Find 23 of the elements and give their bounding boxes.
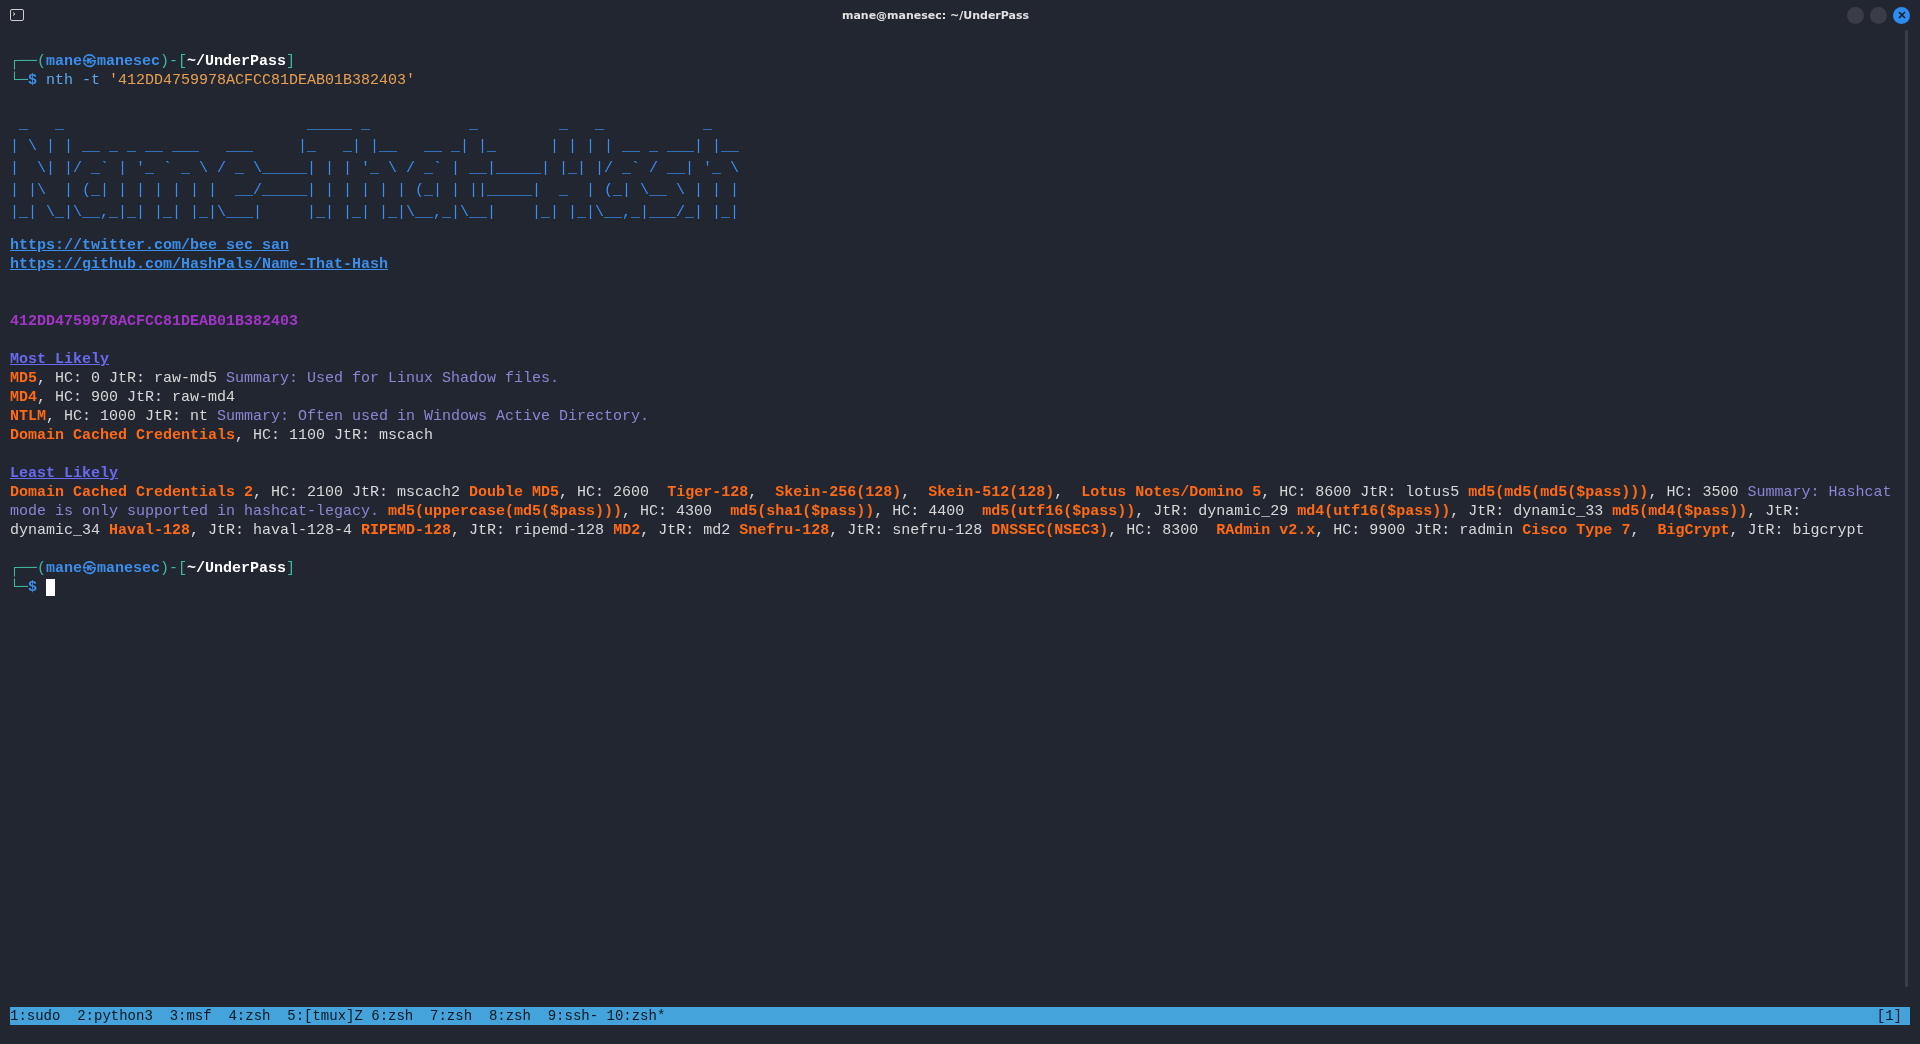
close-icon bbox=[1897, 11, 1906, 19]
result-line: MD5, HC: 0 JtR: raw-md5 Summary: Used for Linux Shadow files. bbox=[10, 369, 561, 388]
result-line: NTLM, HC: 1000 JtR: nt Summary: Often used in Windows Active Directory. bbox=[10, 407, 651, 426]
section-heading: Most Likely bbox=[10, 350, 110, 369]
session-indicator: [1] bbox=[1876, 1006, 1903, 1026]
maximize-button[interactable] bbox=[1870, 6, 1887, 24]
hash-text: 412DD4759978ACFCC81DEAB01B382403 bbox=[10, 312, 299, 331]
result-line: MD4, HC: 900 JtR: raw-md4 bbox=[10, 388, 237, 407]
prompt-line: └─$ bbox=[10, 578, 38, 597]
link[interactable]: https://github.com/HashPals/Name-That-Hash bbox=[10, 255, 389, 274]
window-title: mane@manesec: ~/UnderPass bbox=[841, 7, 1030, 24]
section-heading: Least Likely bbox=[10, 464, 119, 483]
prompt-line: └─$ nth -t '412DD4759978ACFCC81DEAB01B382403' bbox=[10, 71, 416, 90]
ascii-art-title-text: _ _ _____ _ _ _ _ _ | \ | | __ _ _ __ ___ ___ |_ _| |__ __ _| |_ | | | | __ _ ___| |__ | \| |/ _` | '_ ` _ \ / _ \_____| | | '_ \ / _` | __|_____| |_| |/ _` / __| '_ \ | |\ | (_| | | | | | | __/_____| | | | | | (_| | ||_____| _ | (_| \__ \ | | | |_| \_|\__,_|_| |_| |_|\___| |_| |_| |_|\__,_|\__| |_| |_|\__,_|___/_| |_| bbox=[10, 115, 741, 223]
close-button[interactable] bbox=[1893, 6, 1910, 24]
prompt-line: ┌──(mane㉿manesec)-[~/UnderPass] bbox=[10, 52, 296, 71]
tmux-window-list: 1:sudo 2:python3 3:msf 4:zsh 5:[tmux]Z 6:zsh 7:zsh 8:zsh 9:ssh- 10:zsh* bbox=[10, 1006, 666, 1026]
result-line: Domain Cached Credentials 2, HC: 2100 JtR: mscach2 Double MD5, HC: 2600 Tiger-128, Skein-256(128), Skein-512(128), Lotus Notes/Domino 5, HC: 8600 JtR: lotus5 md5(md5(md5($pass))), HC: 3500 Summary: Hashcat mode is only supported in hashcat-legacy. md5(uppercase(md5($pass))), HC: 4300 md5(sha1($pass)), HC: 4400 md5(utf16($pass)), JtR: dynamic_29 md4(utf16($pass)), JtR: dynamic_33 md5(md4($pass)), JtR: dynamic_34 Haval-128, JtR: haval-128-4 RIPEMD-128, JtR: ripemd-128 MD2, JtR: md2 Snefru-128, JtR: snefru-128 DNSSEC(NSEC3), HC: 8300 RAdmin v2.x, HC: 9900 JtR: radmin Cisco Type 7, BigCrypt, JtR: bigcrypt bbox=[10, 483, 1893, 540]
minimize-button[interactable] bbox=[1847, 6, 1864, 24]
terminal-icon bbox=[10, 9, 24, 21]
result-line: Domain Cached Credentials, HC: 1100 JtR: mscach bbox=[10, 426, 435, 445]
link[interactable]: https://twitter.com/bee_sec_san bbox=[10, 236, 290, 255]
prompt-line: ┌──(mane㉿manesec)-[~/UnderPass] bbox=[10, 559, 296, 578]
